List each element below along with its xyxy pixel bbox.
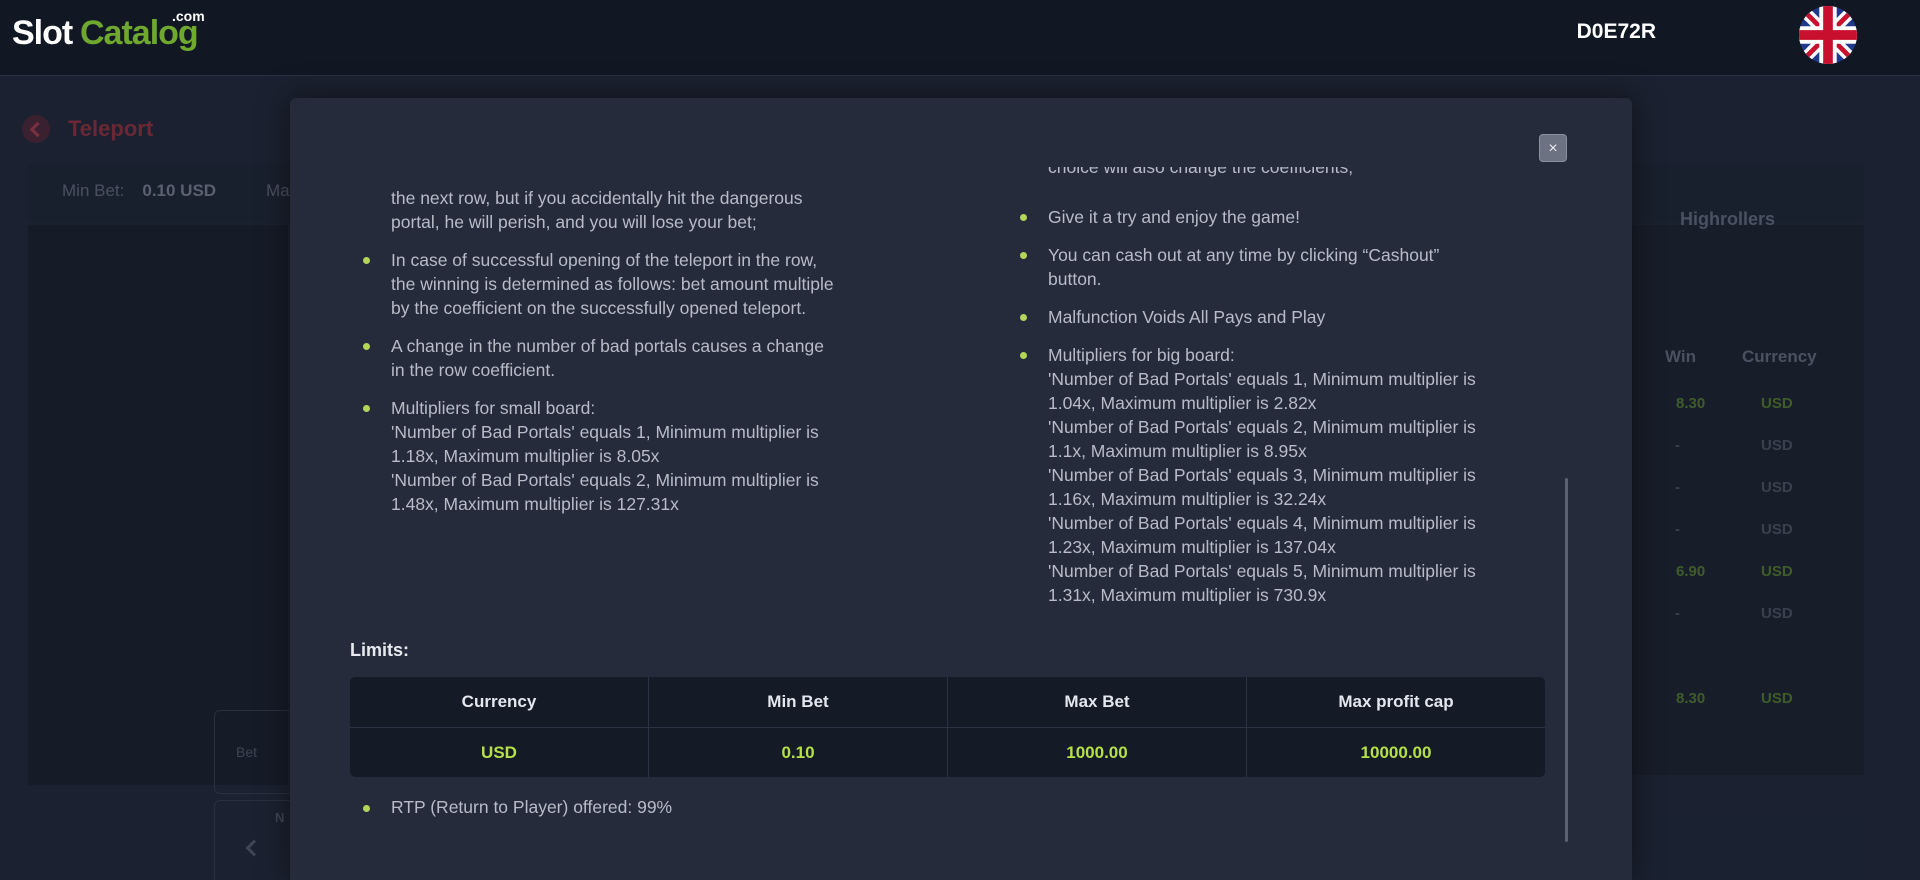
bets-row-currency: USD — [1761, 437, 1793, 454]
game-rules-modal: × the next row, but if you accidentally … — [290, 98, 1632, 880]
rule-line: 'Number of Bad Portals' equals 2, Minimu… — [391, 470, 819, 490]
rule-line: 'Number of Bad Portals' equals 1, Minimu… — [391, 422, 819, 442]
rule-line: 'Number of Bad Portals' equals 1, Minimu… — [1048, 369, 1476, 389]
limits-header-row: Currency Min Bet Max Bet Max profit cap — [350, 677, 1545, 727]
bullet-icon — [1020, 352, 1027, 359]
game-area — [28, 225, 288, 785]
rule-line: 1.23x, Maximum multiplier is 137.04x — [1048, 537, 1336, 557]
limits-value-cell: 1000.00 — [948, 728, 1247, 777]
nav-label: N — [275, 810, 285, 825]
rtp-item: RTP (Return to Player) offered: 99% — [363, 797, 673, 818]
limits-value-cell: USD — [350, 728, 649, 777]
rule-line: 1.1x, Maximum multiplier is 8.95x — [1048, 441, 1307, 461]
limits-table: Currency Min Bet Max Bet Max profit cap … — [350, 677, 1545, 777]
bullet-icon — [1020, 314, 1027, 321]
rule-line: the next row, but if you accidentally hi… — [391, 188, 803, 208]
bets-header-currency: Currency — [1742, 347, 1817, 366]
logo-com-text: .com — [172, 8, 205, 24]
rule-item: Give it a try and enjoy the game! — [1020, 205, 1548, 229]
bets-row-win: 8.30 — [1676, 690, 1706, 707]
rule-line: In case of successful opening of the tel… — [391, 250, 818, 270]
game-title-row: Teleport — [22, 113, 153, 145]
limits-title: Limits: — [350, 640, 410, 660]
bets-panel — [1630, 225, 1864, 775]
user-id: D0E72R — [1576, 20, 1656, 43]
rule-item: Malfunction Voids All Pays and Play — [1020, 305, 1548, 329]
bets-row-currency: USD — [1761, 605, 1793, 622]
bet-label: Bet — [236, 744, 258, 760]
rule-line: by the coefficient on the successfully o… — [391, 298, 807, 318]
tab-highrollers[interactable]: Highrollers — [1680, 209, 1775, 230]
rule-line: 1.04x, Maximum multiplier is 2.82x — [1048, 393, 1317, 413]
uk-flag-icon[interactable] — [1799, 6, 1857, 64]
min-bet-info: Min Bet: 0.10 USD — [62, 181, 216, 201]
limits-value-cell: 10000.00 — [1360, 742, 1432, 762]
bottom-control-bar — [1632, 817, 1864, 880]
rule-item: the next row, but if you accidentally hi… — [391, 186, 911, 234]
modal-scrollbar[interactable] — [1565, 478, 1568, 842]
rule-line: A change in the number of bad portals ca… — [391, 336, 824, 356]
bets-row-currency: USD — [1761, 479, 1793, 496]
rule-line: 'Number of Bad Portals' equals 4, Minimu… — [1048, 513, 1476, 533]
limits-header-cell: Currency — [350, 677, 649, 727]
rule-line: portal, he will perish, and you will los… — [391, 212, 757, 232]
rules-right-column: choice will also change the coefficients… — [1020, 167, 1548, 607]
back-arrow-icon[interactable] — [22, 115, 50, 143]
bets-row-win: 6.90 — [1676, 563, 1706, 580]
rule-line: in the row coefficient. — [391, 360, 556, 380]
limits-header-cell: Max Bet — [948, 677, 1247, 727]
rule-line: 1.48x, Maximum multiplier is 127.31x — [391, 494, 679, 514]
bets-row-currency: USD — [1761, 395, 1793, 412]
rule-item: Multipliers for small board: 'Number of … — [363, 396, 911, 516]
rule-line: 'Number of Bad Portals' equals 3, Minimu… — [1048, 465, 1476, 485]
bullet-icon — [363, 405, 370, 412]
limits-value-cell: 0.10 — [649, 728, 948, 777]
rules-left-column: the next row, but if you accidentally hi… — [363, 186, 911, 516]
bets-header-win: Win — [1665, 347, 1697, 366]
bets-row-currency: USD — [1761, 563, 1793, 580]
rule-item: Multipliers for big board: 'Number of Ba… — [1020, 343, 1548, 607]
rule-item: A change in the number of bad portals ca… — [363, 334, 911, 382]
close-button[interactable]: × — [1539, 134, 1567, 162]
limits-header-cell: Max profit cap — [1338, 692, 1454, 711]
top-bar: Slot Catalog .com D0E72R — [0, 0, 1920, 76]
rule-line: the winning is determined as follows: be… — [391, 274, 834, 294]
rtp-text: RTP (Return to Player) offered: 99% — [391, 797, 673, 817]
bullet-icon — [363, 343, 370, 350]
logo-slot-text: Slot — [12, 14, 73, 52]
bets-row-win: - — [1675, 437, 1680, 454]
bets-row-currency: USD — [1761, 690, 1793, 707]
bullet-icon — [1020, 214, 1027, 221]
slotcatalog-logo[interactable]: Slot Catalog .com — [12, 8, 212, 58]
rule-line: choice will also change the coefficients… — [1048, 167, 1354, 177]
game-title: Teleport — [68, 116, 154, 141]
rule-line: Multipliers for small board: — [391, 398, 596, 418]
rule-line: 1.16x, Maximum multiplier is 32.24x — [1048, 489, 1327, 509]
rule-line: button. — [1048, 269, 1102, 289]
min-bet-label: Min Bet: — [62, 181, 125, 200]
max-bet-label: Ma — [266, 181, 290, 200]
bets-row-win: - — [1675, 521, 1680, 538]
bets-row-currency: USD — [1761, 521, 1793, 538]
bullet-icon — [1020, 252, 1027, 259]
bets-row-win: 8.30 — [1676, 395, 1706, 412]
rule-item-partial: choice will also change the coefficients… — [1048, 167, 1548, 191]
rule-line: You can cash out at any time by clicking… — [1048, 245, 1440, 265]
rule-item: You can cash out at any time by clicking… — [1020, 243, 1548, 291]
bullet-icon — [363, 805, 370, 812]
bets-row-win: - — [1675, 479, 1680, 496]
rule-line: 'Number of Bad Portals' equals 5, Minimu… — [1048, 561, 1476, 581]
rule-item: In case of successful opening of the tel… — [363, 248, 911, 320]
rule-line: Malfunction Voids All Pays and Play — [1048, 307, 1326, 327]
limits-value-row: USD 0.10 1000.00 10000.00 — [350, 727, 1545, 777]
rule-line: Multipliers for big board: — [1048, 345, 1235, 365]
rule-line: 'Number of Bad Portals' equals 2, Minimu… — [1048, 417, 1476, 437]
rule-line: 1.31x, Maximum multiplier is 730.9x — [1048, 585, 1327, 605]
rule-line: 1.18x, Maximum multiplier is 8.05x — [391, 446, 660, 466]
bets-row-win: - — [1675, 605, 1680, 622]
min-bet-value: 0.10 USD — [142, 181, 217, 200]
limits-header-cell: Min Bet — [649, 677, 948, 727]
bullet-icon — [363, 257, 370, 264]
rule-line: Give it a try and enjoy the game! — [1048, 207, 1300, 227]
